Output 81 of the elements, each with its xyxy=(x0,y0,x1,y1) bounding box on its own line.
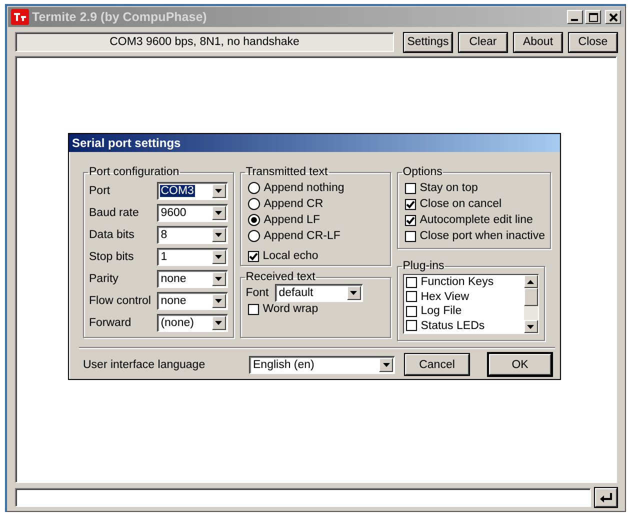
checkbox-label: Function Keys xyxy=(420,276,494,288)
field-label: Parity xyxy=(89,273,118,285)
checkbox[interactable] xyxy=(248,304,259,314)
dropdown-arrow-icon xyxy=(215,255,222,259)
dropdown[interactable]: 1 xyxy=(156,248,228,266)
field-label: Data bits xyxy=(89,229,134,241)
scroll-bar[interactable] xyxy=(524,275,538,333)
toolbar-button[interactable]: Close xyxy=(569,32,617,52)
checkbox-label: Word wrap xyxy=(262,303,318,315)
window-title: Termite 2.9 (by CompuPhase) xyxy=(32,10,208,24)
checkbox-label: Status LEDs xyxy=(420,320,485,332)
checkbox[interactable] xyxy=(248,250,259,262)
field-label: Port xyxy=(89,185,110,197)
dropdown[interactable]: COM3 xyxy=(156,182,228,200)
group-title: Port configuration xyxy=(88,166,180,178)
scroll-up-icon xyxy=(527,280,534,284)
dropdown[interactable]: (none) xyxy=(156,314,228,332)
dialog-button[interactable]: OK xyxy=(489,354,551,375)
radio-button[interactable] xyxy=(248,182,260,194)
dropdown[interactable]: 8 xyxy=(156,226,228,244)
dropdown-arrow-icon xyxy=(215,299,222,303)
dropdown[interactable]: default xyxy=(274,284,363,302)
dropdown[interactable]: none xyxy=(156,270,228,288)
radio-button[interactable] xyxy=(248,198,260,210)
dropdown-arrow-icon xyxy=(350,291,358,295)
close-button[interactable] xyxy=(605,10,621,24)
field-label: Font xyxy=(246,287,269,299)
checkbox[interactable] xyxy=(406,276,417,288)
checkbox-label: Stay on top xyxy=(420,182,478,194)
radio-label: Append nothing xyxy=(264,182,344,194)
group-title: Options xyxy=(402,166,444,178)
dialog-button[interactable]: Cancel xyxy=(405,354,469,375)
field-label: Stop bits xyxy=(89,251,134,263)
minimize-button[interactable] xyxy=(567,10,583,24)
field-label: User interface language xyxy=(83,358,206,370)
radio-label: Append LF xyxy=(264,214,320,226)
dropdown-arrow-icon xyxy=(215,189,222,193)
dropdown-arrow-icon xyxy=(215,321,222,325)
dropdown-arrow-icon xyxy=(215,233,222,237)
group-title: Plug-ins xyxy=(402,260,446,272)
dialog-title: Serial port settings xyxy=(69,134,560,152)
group-title: Received text xyxy=(244,271,316,283)
input-field[interactable] xyxy=(15,488,591,507)
checkbox[interactable] xyxy=(406,306,417,317)
toolbar-button[interactable]: Settings xyxy=(404,32,452,52)
dropdown-arrow-icon xyxy=(215,277,222,281)
radio-button[interactable] xyxy=(248,230,260,242)
close-icon xyxy=(608,12,618,22)
toolbar-button[interactable]: About xyxy=(514,32,562,52)
checkbox[interactable] xyxy=(406,320,417,332)
send-button[interactable] xyxy=(595,488,617,507)
dropdown[interactable]: 9600 xyxy=(156,204,228,222)
maximize-icon xyxy=(588,12,598,22)
checkbox[interactable] xyxy=(404,214,416,226)
dropdown[interactable]: none xyxy=(156,292,228,310)
checkbox-label: Close on cancel xyxy=(420,198,502,210)
radio-label: Append CR xyxy=(264,198,324,210)
field-label: Forward xyxy=(89,317,132,329)
checkbox-label: Local echo xyxy=(262,250,318,262)
checkbox-label: Autocomplete edit line xyxy=(420,214,533,226)
radio-label: Append CR-LF xyxy=(264,230,340,242)
scroll-down-icon xyxy=(527,324,534,328)
group-title: Transmitted text xyxy=(244,166,329,178)
dropdown-arrow-icon xyxy=(382,362,390,366)
dropdown-arrow-icon xyxy=(215,211,222,215)
maximize-button[interactable] xyxy=(585,10,601,24)
toolbar-button[interactable]: Clear xyxy=(459,32,507,52)
app-icon xyxy=(11,9,29,25)
status-field: COM3 9600 bps, 8N1, no handshake xyxy=(15,32,394,52)
dropdown[interactable]: English (en) xyxy=(249,356,395,374)
checkbox[interactable] xyxy=(404,182,416,194)
field-label: Flow control xyxy=(89,295,151,307)
checkbox[interactable] xyxy=(406,291,417,302)
radio-button[interactable] xyxy=(248,214,260,226)
checkbox-label: Close port when inactive xyxy=(420,230,545,242)
checkbox-label: Hex View xyxy=(420,290,470,303)
enter-icon xyxy=(600,492,612,502)
checkbox[interactable] xyxy=(404,230,416,242)
checkbox-label: Log File xyxy=(420,305,462,318)
field-label: Baud rate xyxy=(89,207,139,219)
checkbox[interactable] xyxy=(404,198,416,210)
